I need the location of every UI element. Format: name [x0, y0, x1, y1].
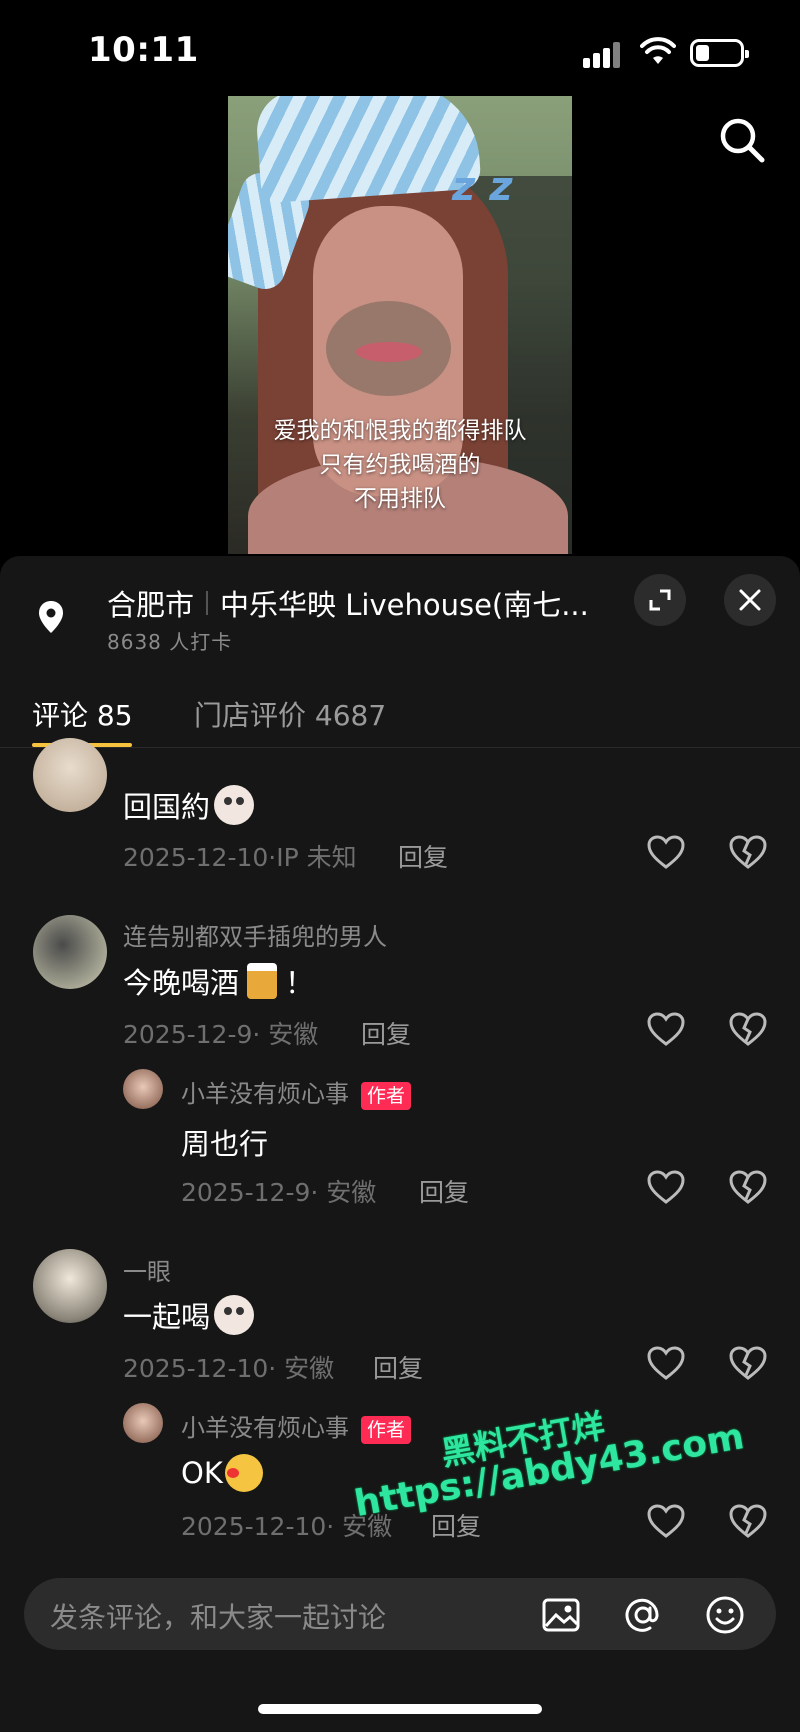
caption-line: 爱我的和恨我的都得排队 [273, 418, 527, 444]
comment-meta: 2025-12-9· 安徽 [123, 1020, 319, 1049]
cellular-signal-icon [583, 40, 623, 68]
tab-store-reviews[interactable]: 门店评价 4687 [194, 694, 386, 734]
comment-text: 周也行 [181, 1127, 269, 1161]
expand-icon [649, 589, 671, 611]
reply-button[interactable]: 回复 [419, 1173, 469, 1209]
comment-username[interactable]: 小羊没有烦心事 作者 [181, 1074, 412, 1110]
broken-heart-icon[interactable] [728, 834, 768, 870]
comment-meta: 2025-12-10·IP 未知 [123, 843, 357, 872]
video-caption: 爱我的和恨我的都得排队 只有约我喝酒的 不用排队 [228, 414, 572, 516]
author-badge: 作者 [361, 1082, 412, 1110]
home-indicator [258, 1704, 542, 1714]
divider [206, 591, 209, 615]
heart-icon[interactable] [646, 834, 686, 870]
cat-face-emoji-icon [214, 785, 255, 825]
status-time: 10:11 [88, 30, 199, 70]
comment-panel: 合肥市 中乐华映 Livehouse(南七... 8638 人打卡 评论 85 … [0, 556, 800, 1732]
comment-input[interactable]: 发条评论，和大家一起讨论 [50, 1596, 386, 1636]
wifi-icon [640, 37, 676, 64]
reply-button[interactable]: 回复 [398, 838, 448, 874]
heart-icon[interactable] [646, 1011, 686, 1047]
expand-button[interactable] [634, 574, 686, 626]
smiley-icon[interactable] [704, 1594, 746, 1636]
broken-heart-icon[interactable] [728, 1503, 768, 1539]
avatar[interactable] [123, 1403, 163, 1443]
reply-button[interactable]: 回复 [373, 1349, 423, 1385]
heart-icon[interactable] [646, 1503, 686, 1539]
broken-heart-icon[interactable] [728, 1345, 768, 1381]
avatar[interactable] [123, 1069, 163, 1109]
comment-username[interactable]: 一眼 [123, 1252, 171, 1287]
video-player[interactable]: z z 爱我的和恨我的都得排队 只有约我喝酒的 不用排队 [228, 96, 572, 554]
avatar[interactable] [33, 915, 107, 989]
tab-bar: 评论 85 门店评价 4687 [0, 684, 800, 748]
location-city: 合肥市 [107, 588, 195, 622]
caption-line: 只有约我喝酒的 [319, 452, 481, 478]
cat-face-emoji-icon [214, 1295, 255, 1335]
battery-icon [690, 39, 749, 67]
author-badge: 作者 [361, 1416, 412, 1444]
caption-line: 不用排队 [354, 486, 446, 512]
reply-button[interactable]: 回复 [431, 1507, 481, 1543]
beer-mug-emoji-icon [247, 963, 278, 999]
broken-heart-icon[interactable] [728, 1011, 768, 1047]
checkin-count: 8638 人打卡 [107, 630, 233, 654]
comment-text: 回国約 [123, 784, 255, 826]
at-icon[interactable] [622, 1594, 664, 1636]
heart-icon[interactable] [646, 1169, 686, 1205]
close-button[interactable] [724, 574, 776, 626]
location-title[interactable]: 合肥市 中乐华映 Livehouse(南七... [107, 582, 589, 624]
kissing-face-emoji-icon [224, 1454, 263, 1492]
location-venue: 中乐华映 Livehouse(南七... [220, 588, 589, 622]
comment-username[interactable]: 连告别都双手插兜的男人 [123, 917, 387, 952]
comment-username[interactable]: 小羊没有烦心事 作者 [181, 1408, 412, 1444]
avatar[interactable] [33, 1249, 107, 1323]
close-icon [739, 589, 761, 611]
heart-icon[interactable] [646, 1345, 686, 1381]
search-icon[interactable] [716, 114, 768, 166]
comment-text: 今晚喝酒！ [123, 960, 314, 1002]
status-bar: 10:11 [0, 0, 800, 100]
tab-comments[interactable]: 评论 85 [32, 694, 133, 734]
reply-button[interactable]: 回复 [361, 1015, 411, 1051]
comment-text: OK [181, 1454, 263, 1492]
comment-text: 一起喝 [123, 1294, 255, 1336]
comment-meta: 2025-12-9· 安徽 [181, 1178, 377, 1207]
image-icon[interactable] [540, 1594, 582, 1636]
broken-heart-icon[interactable] [728, 1169, 768, 1205]
avatar[interactable] [33, 738, 107, 812]
location-pin-icon [39, 601, 63, 633]
comment-meta: 2025-12-10· 安徽 [123, 1354, 335, 1383]
comment-input-bar[interactable]: 发条评论，和大家一起讨论 [24, 1578, 776, 1650]
